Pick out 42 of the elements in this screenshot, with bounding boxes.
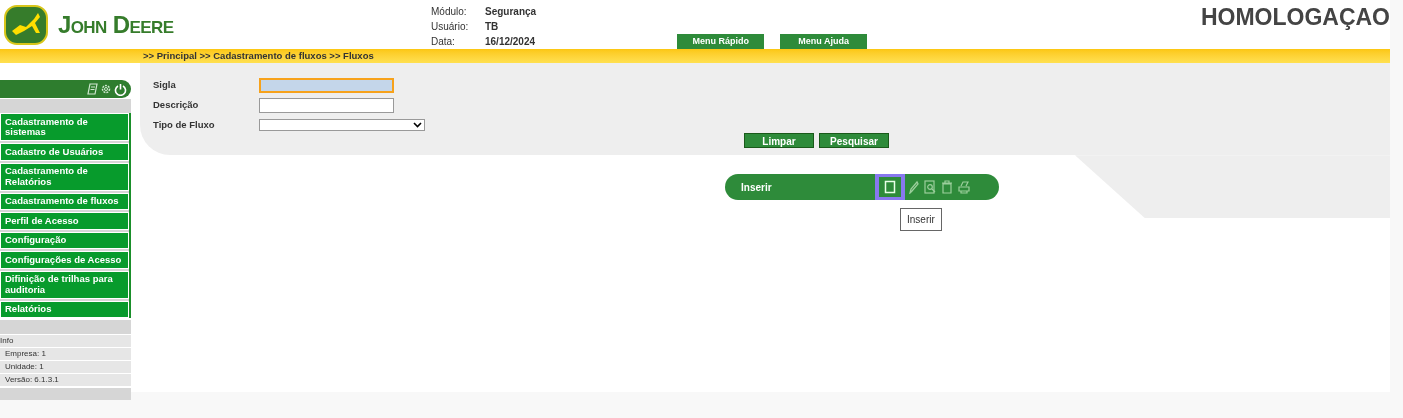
breadcrumb: >> Principal >> Cadastramento de fluxos >> Fluxos	[143, 49, 374, 63]
info-value: Segurança	[485, 4, 537, 19]
sidebar-menu-item[interactable]: Cadastro de Usuários	[0, 143, 129, 161]
printer-icon[interactable]	[958, 180, 970, 195]
field-label: Descrição	[153, 98, 200, 113]
pencil-icon[interactable]	[909, 180, 919, 195]
brand-name: John Deere	[58, 9, 174, 40]
info-value: TB	[485, 19, 499, 34]
chevron-down-icon	[413, 122, 422, 129]
tooltip: Inserir	[900, 208, 942, 232]
magnifier-icon[interactable]	[924, 180, 936, 195]
sidebar-menu-item[interactable]: Cadastramento de sistemas	[0, 113, 129, 142]
text-field[interactable]	[259, 97, 394, 113]
info-label: Usuário:	[431, 19, 470, 34]
info-value: 16/12/2024	[485, 34, 536, 49]
sidebar-menu-item[interactable]: Cadastramento de fluxos	[0, 192, 129, 211]
notepad-icon[interactable]	[87, 83, 98, 96]
environment-label: HOMOLOGAÇAO	[1200, 3, 1390, 32]
form-button[interactable]: Pesquisar	[819, 133, 889, 149]
sidebar-menu-item[interactable]: Cadastramento de Relatórios	[0, 162, 129, 191]
info-label: Módulo:	[431, 4, 468, 19]
info-label: Data:	[431, 34, 456, 49]
power-icon[interactable]	[114, 82, 127, 96]
sidebar-menu-item[interactable]: Perfil de Acesso	[0, 212, 129, 230]
trash-icon[interactable]	[941, 180, 953, 195]
field-label: Sigla	[153, 78, 177, 93]
field-label: Tipo de Fluxo	[153, 118, 216, 133]
sidebar-menu-item[interactable]: Configuração	[0, 231, 129, 250]
settings-icon[interactable]	[100, 83, 112, 96]
sidebar-menu-item[interactable]: Configurações de Acesso	[0, 251, 129, 269]
sidebar-menu-item[interactable]: Difinição de trilhas para auditoria	[0, 270, 129, 299]
info-title: Info	[0, 335, 131, 348]
document-icon[interactable]	[884, 180, 896, 195]
menu-button[interactable]: Menu Rápido	[677, 34, 765, 49]
menu-button[interactable]: Menu Ajuda	[780, 34, 868, 49]
form-button[interactable]: Limpar	[744, 133, 814, 149]
sidebar-menu-item[interactable]: Relatórios	[0, 300, 129, 319]
deer-logo-icon	[4, 4, 48, 45]
toolbar-label: Inserir	[741, 180, 773, 195]
text-field[interactable]	[259, 77, 394, 93]
highlighted-toolbar-button[interactable]	[875, 174, 905, 201]
flow-type-select[interactable]	[259, 119, 425, 132]
